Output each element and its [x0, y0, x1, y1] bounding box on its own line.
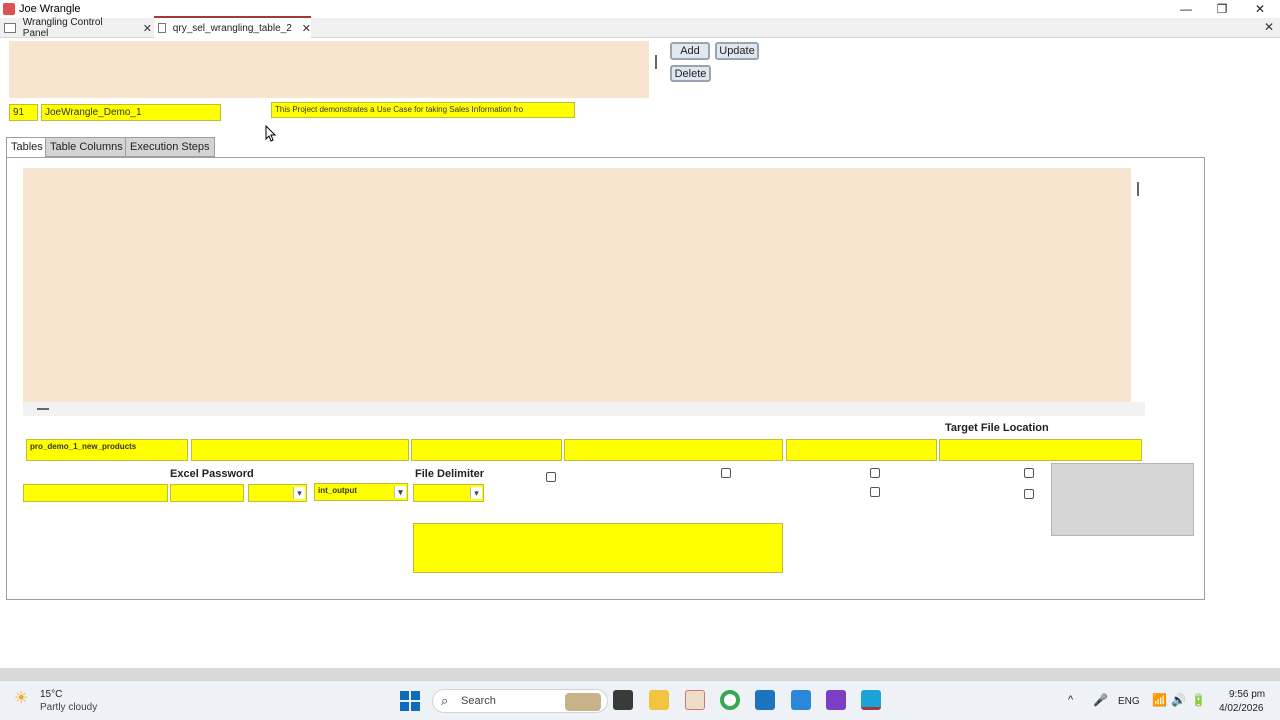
detail-field-4[interactable] — [564, 439, 783, 461]
video-editor-icon[interactable] — [826, 690, 846, 710]
image-placeholder — [1051, 463, 1194, 536]
minimize-button[interactable]: — — [1168, 0, 1204, 18]
search-icon: ⌕ — [441, 693, 449, 708]
target-file-location-label: Target File Location — [945, 422, 1049, 434]
combo-1[interactable]: ▾ — [248, 484, 307, 502]
checkbox-1[interactable] — [546, 472, 556, 482]
detail-field-5[interactable] — [786, 439, 937, 461]
project-id-field[interactable]: 91 — [9, 104, 38, 121]
clock-date[interactable]: 4/02/2026 — [1219, 703, 1264, 714]
search-highlight-icon — [565, 693, 601, 711]
file-delimiter-combo[interactable]: ▾ — [413, 484, 484, 502]
chevron-down-icon[interactable]: ▾ — [293, 487, 305, 499]
target-file-location-field[interactable] — [939, 439, 1142, 461]
detail-field-6[interactable] — [23, 484, 168, 502]
query-icon — [158, 23, 166, 33]
output-combo-value: int_output — [318, 486, 358, 495]
chevron-up-icon[interactable]: ^ — [1068, 694, 1073, 706]
excel-password-label: Excel Password — [170, 468, 254, 480]
header-scrollbar[interactable] — [649, 41, 663, 98]
checkbox-5[interactable] — [1024, 468, 1034, 478]
taskbar — [0, 680, 1280, 720]
project-name-field[interactable]: JoeWrangle_Demo_1 — [41, 104, 221, 121]
close-window-button[interactable]: ✕ — [1242, 0, 1278, 18]
chevron-down-icon[interactable]: ▾ — [470, 487, 482, 499]
battery-icon[interactable]: 🔋 — [1191, 693, 1206, 707]
active-app-icon[interactable] — [861, 690, 881, 710]
checkbox-4[interactable] — [870, 487, 880, 497]
tables-subform — [23, 168, 1131, 402]
clock-time[interactable]: 9:56 pm — [1229, 689, 1265, 700]
add-button[interactable]: Add — [670, 42, 710, 60]
mouse-cursor-icon — [265, 125, 277, 142]
scroll-thumb[interactable] — [37, 408, 49, 410]
subform-vertical-scrollbar[interactable] — [1131, 168, 1145, 402]
weather-icon[interactable]: ☀ — [14, 690, 34, 708]
detail-field-2[interactable] — [191, 439, 409, 461]
subform-horizontal-scrollbar[interactable] — [23, 402, 1145, 416]
microphone-icon[interactable]: 🎤 — [1093, 693, 1108, 707]
form-icon — [4, 23, 16, 33]
doc-tab-label: Wrangling Control Panel — [22, 17, 103, 39]
notes-field[interactable] — [413, 523, 783, 573]
project-description-field[interactable]: This Project demonstrates a Use Case for… — [271, 102, 575, 118]
delete-button[interactable]: Delete — [670, 65, 711, 82]
taskbar-search[interactable]: ⌕ Search — [432, 689, 608, 713]
document-tab-strip: Wrangling Control Panel ✕ qry_sel_wrangl… — [0, 16, 1280, 39]
header-subform — [9, 41, 649, 98]
joe-wrangle-app-icon[interactable] — [685, 690, 705, 710]
doc-tab-label: qry_sel_wrangling_table_2 — [172, 22, 292, 34]
chevron-down-icon[interactable]: ▾ — [394, 486, 406, 498]
notepad-icon[interactable] — [791, 690, 811, 710]
close-tab-icon[interactable]: ✕ — [302, 22, 311, 35]
chrome-icon[interactable] — [720, 690, 740, 710]
status-bar — [0, 668, 1280, 680]
output-combo[interactable]: int_output ▾ — [314, 483, 408, 501]
window-title: Joe Wrangle — [19, 3, 81, 15]
file-explorer-icon[interactable] — [649, 690, 669, 710]
tab-tables[interactable]: Tables — [6, 137, 48, 158]
excel-password-field[interactable] — [170, 484, 244, 502]
task-view-icon[interactable] — [613, 690, 633, 710]
photos-icon[interactable] — [755, 690, 775, 710]
tab-execution-steps[interactable]: Execution Steps — [125, 137, 215, 157]
close-tab-icon[interactable]: ✕ — [143, 22, 152, 35]
close-document-icon[interactable]: ✕ — [1264, 20, 1274, 34]
volume-icon[interactable]: 🔊 — [1171, 693, 1186, 707]
app-logo-icon — [3, 3, 15, 15]
scroll-thumb[interactable] — [1137, 182, 1139, 196]
weather-description[interactable]: Partly cloudy — [40, 702, 97, 713]
doc-tab-control-panel[interactable]: Wrangling Control Panel ✕ — [0, 17, 152, 39]
tab-table-columns[interactable]: Table Columns — [45, 137, 128, 157]
file-delimiter-label: File Delimiter — [415, 468, 485, 480]
detail-field-3[interactable] — [411, 439, 562, 461]
maximize-button[interactable]: ❐ — [1204, 0, 1240, 18]
windows-start-icon[interactable] — [400, 691, 420, 711]
search-placeholder: Search — [461, 695, 496, 707]
scroll-thumb[interactable] — [655, 55, 657, 69]
doc-tab-query[interactable]: qry_sel_wrangling_table_2 ✕ — [154, 16, 311, 38]
update-button[interactable]: Update — [715, 42, 759, 60]
weather-temp[interactable]: 15°C — [40, 689, 62, 700]
checkbox-3[interactable] — [870, 468, 880, 478]
checkbox-2[interactable] — [721, 468, 731, 478]
language-indicator[interactable]: ENG — [1118, 696, 1140, 707]
table-name-field[interactable]: pro_demo_1_new_products — [26, 439, 188, 461]
checkbox-6[interactable] — [1024, 489, 1034, 499]
wifi-icon[interactable]: 📶 — [1152, 693, 1167, 707]
